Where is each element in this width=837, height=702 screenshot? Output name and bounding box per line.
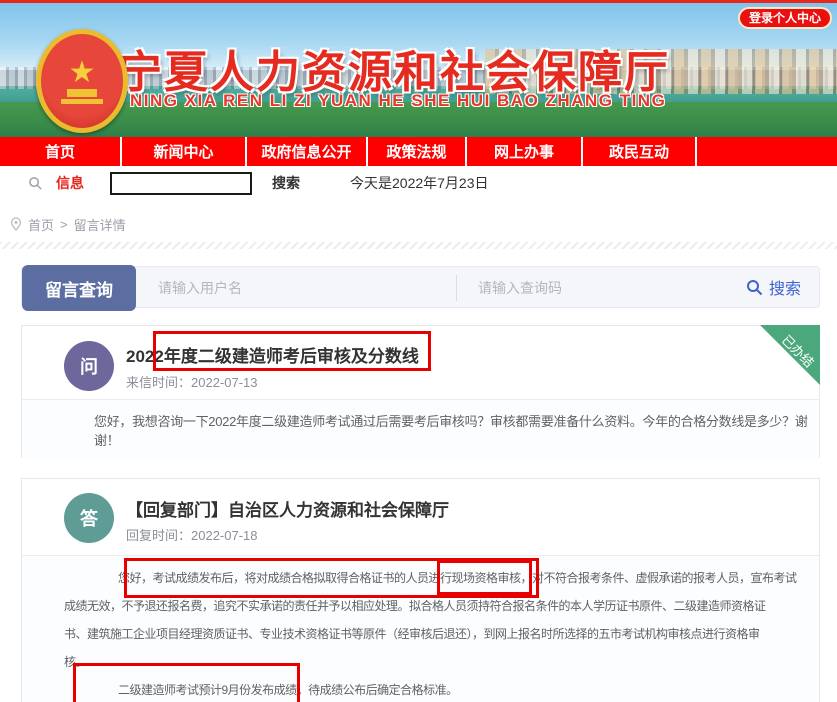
username-input[interactable] xyxy=(156,267,440,309)
breadcrumb-home[interactable]: 首页 xyxy=(28,215,54,234)
emblem-star-icon: ★ xyxy=(69,59,96,87)
answer-title: 【回复部门】自治区人力资源和社会保障厅 xyxy=(126,496,449,521)
answer-line: 二级建造师考试预计9月份发布成绩。待成绩公布后确定合格标准。 xyxy=(64,676,809,702)
search-icon xyxy=(28,176,43,191)
login-personal-center-button[interactable]: 登录个人中心 xyxy=(738,7,832,29)
answer-content: 您好，考试成绩发布后，将对成绩合格拟取得合格证书的人员进行现场资格审核，对不符合… xyxy=(22,556,819,702)
answer-header: 答 【回复部门】自治区人力资源和社会保障厅 回复时间：2022-07-18 xyxy=(22,479,819,556)
answer-line: 书、建筑施工企业项目经理资质证书、专业技术资格证书等原件（经审核后退还），到网上… xyxy=(64,620,809,648)
site-search-input[interactable] xyxy=(110,172,252,195)
site-subtitle: NING XIA REN LI ZI YUAN HE SHE HUI BAO Z… xyxy=(130,91,666,111)
answer-time: 回复时间：2022-07-18 xyxy=(126,525,258,544)
breadcrumb-separator: > xyxy=(60,217,68,232)
nav-item-online-service[interactable]: 网上办事 xyxy=(467,137,583,166)
info-label: 信息 xyxy=(56,173,84,193)
location-pin-icon xyxy=(10,217,22,231)
emblem-gate-base-shape xyxy=(61,99,103,104)
search-icon xyxy=(746,279,763,296)
answer-card: 答 【回复部门】自治区人力资源和社会保障厅 回复时间：2022-07-18 您好… xyxy=(21,478,820,702)
query-search-label: 搜索 xyxy=(769,275,801,299)
question-title: 2022年度二级建造师考后审核及分数线 xyxy=(126,342,419,367)
question-badge: 问 xyxy=(64,341,114,391)
breadcrumb: 首页 > 留言详情 xyxy=(0,213,837,235)
answer-time-value: 2022-07-18 xyxy=(191,528,258,543)
answer-line: 您好，考试成绩发布后，将对成绩合格拟取得合格证书的人员进行现场资格审核，对不符合… xyxy=(64,564,809,592)
question-header: 问 2022年度二级建造师考后审核及分数线 来信时间：2022-07-13 已办… xyxy=(22,326,819,400)
hatched-divider xyxy=(0,242,837,249)
answer-badge: 答 xyxy=(64,493,114,543)
answer-line: 核。 xyxy=(64,648,809,676)
question-time-value: 2022-07-13 xyxy=(191,375,258,390)
nav-item-policy[interactable]: 政策法规 xyxy=(368,137,467,166)
site-banner: ★ 宁夏人力资源和社会保障厅 NING XIA REN LI ZI YUAN H… xyxy=(0,3,837,137)
national-emblem-logo: ★ xyxy=(36,29,128,133)
question-card: 问 2022年度二级建造师考后审核及分数线 来信时间：2022-07-13 已办… xyxy=(21,325,820,458)
answer-time-label: 回复时间： xyxy=(126,528,191,543)
current-date: 今天是2022年7月23日 xyxy=(350,173,489,193)
input-divider xyxy=(456,275,457,301)
question-time-label: 来信时间： xyxy=(126,375,191,390)
emblem-gate-shape xyxy=(67,89,97,97)
page: ★ 宁夏人力资源和社会保障厅 NING XIA REN LI ZI YUAN H… xyxy=(0,0,837,702)
question-content: 您好，我想咨询一下2022年度二级建造师考试通过后需要考后审核吗？审核都需要准备… xyxy=(22,400,819,459)
nav-item-news[interactable]: 新闻中心 xyxy=(122,137,247,166)
query-search-button[interactable]: 搜索 xyxy=(746,267,801,307)
question-time: 来信时间：2022-07-13 xyxy=(126,372,258,391)
breadcrumb-current: 留言详情 xyxy=(74,215,126,234)
nav-item-home[interactable]: 首页 xyxy=(0,137,122,166)
nav-item-interaction[interactable]: 政民互动 xyxy=(583,137,697,166)
site-search-button[interactable]: 搜索 xyxy=(272,173,300,193)
nav-filler xyxy=(697,137,837,166)
answer-line: 成绩无效，不予退还报名费，追究不实承诺的责任并予以相应处理。拟合格人员须持符合报… xyxy=(64,592,809,620)
main-nav: 首页 新闻中心 政府信息公开 政策法规 网上办事 政民互动 xyxy=(0,137,837,166)
query-code-input[interactable] xyxy=(476,267,720,309)
tab-message-query[interactable]: 留言查询 xyxy=(22,265,136,311)
site-search-row: 信息 搜索 今天是2022年7月23日 xyxy=(0,166,837,200)
message-query-bar: 留言查询 搜索 xyxy=(21,266,820,308)
nav-item-gov-info[interactable]: 政府信息公开 xyxy=(247,137,368,166)
